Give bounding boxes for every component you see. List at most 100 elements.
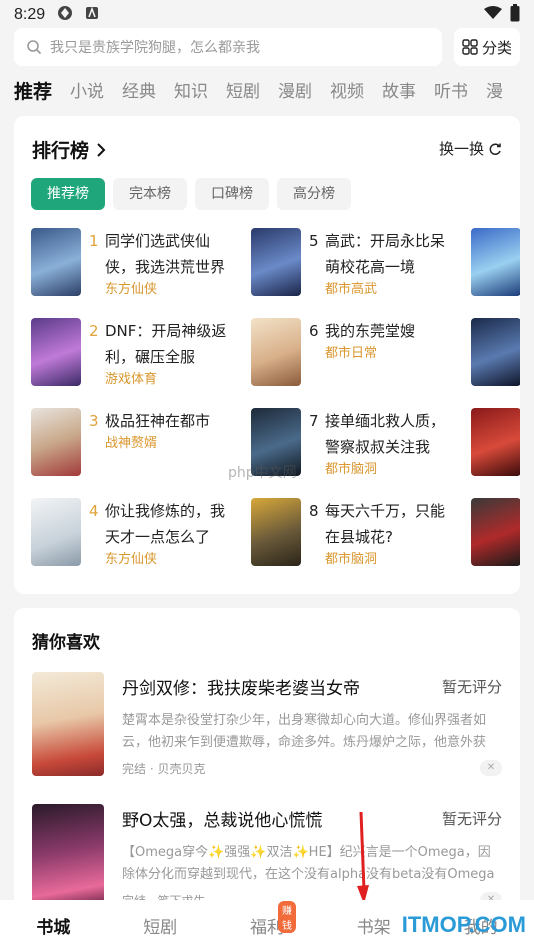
status-time: 8:29 [14,6,46,23]
rank-number: 3 [89,412,99,430]
book-title: 丹剑双修：我扶废柴老婆当女帝 [122,679,360,699]
category-label: 分类 [481,38,512,57]
book-cover[interactable] [471,408,520,476]
tab-story[interactable]: 故事 [382,76,416,108]
rank-tag: 东方仙侠 [105,552,158,567]
rank-number: 8 [309,502,319,520]
rank-tag: 游戏体育 [105,372,158,387]
wifi-icon [484,6,502,24]
book-description: 【Omega穿今✨强强✨双洁✨HE】纪兴言是一个Omega，因除体分化而穿越到现… [122,845,495,882]
nav-short-drama[interactable]: 短剧 [143,913,177,938]
rank-title: 我的东莞堂嫂 [325,322,416,340]
nav-bookstore[interactable]: 书城 [36,913,70,938]
tab-comic[interactable]: 漫 [486,76,503,108]
search-icon [27,40,42,55]
app-notification-icon [85,6,99,24]
book-cover [31,408,81,476]
rank-title: DNF：开局神级返利，碾压全服 [105,322,227,366]
earn-badge: 赚钱 [277,900,296,933]
rank-tag: 都市高武 [325,282,378,297]
grid-icon [462,39,478,55]
close-icon[interactable]: ✕ [480,760,502,776]
rank-title: 极品狂神在都市 [105,412,211,430]
ranking-grid: 1 同学们选武侠仙侠，我选洪荒世界 东方仙侠 2 DNF：开局神级返利，碾压全服 游… [31,228,520,584]
tab-novel[interactable]: 小说 [70,76,104,108]
book-score: 暂无评分 [441,810,502,828]
tab-comic-drama[interactable]: 漫剧 [278,76,312,108]
ranking-chips: 推荐榜 完本榜 口碑榜 高分榜 [31,178,351,210]
rank-tag: 都市脑洞 [325,552,378,567]
book-cover [251,228,301,296]
ranking-title-text: 排行榜 [32,140,90,162]
rank-number: 6 [309,322,319,340]
rank-number: 2 [89,322,99,340]
rank-item[interactable]: 5 高武：开局永比呆萌校花高一境 都市高武 [251,228,461,300]
status-bar: 8:29 [0,0,534,30]
nav-welfare[interactable]: 福利 赚钱 [250,900,296,938]
search-row: 我只是贵族学院狗腿，怎么都亲我 分类 [14,28,520,66]
book-cover [32,672,104,776]
book-cover [251,498,301,566]
book-score: 暂无评分 [441,678,502,696]
rank-number: 4 [89,502,99,520]
guess-card: 猜你喜欢 丹剑双修：我扶废柴老婆当女帝 暂无评分 楚霄本是杂役堂打杂少年，出身寒… [14,608,520,908]
channel-tabs: 推荐 小说 经典 知识 短剧 漫剧 视频 故事 听书 漫 [14,76,534,108]
search-placeholder: 我只是贵族学院狗腿，怎么都亲我 [50,40,260,56]
book-cover[interactable] [471,318,520,386]
battery-icon [510,4,520,26]
book-cover[interactable] [471,228,520,296]
watermark-corner: ITMOP.COM [401,912,526,937]
ranking-card: 排行榜 换一换 推荐榜 完本榜 口碑榜 高分榜 1 同学们选武侠仙侠，我选洪荒世界… [14,116,520,594]
book-description: 楚霄本是杂役堂打杂少年，出身寒微却心向大道。修仙界强者如云，他初来乍到便遭欺辱，… [122,713,487,750]
tab-video[interactable]: 视频 [330,76,364,108]
guess-title: 猜你喜欢 [32,633,100,653]
book-cover [31,498,81,566]
rank-item[interactable]: 8 每天六千万，只能在县城花? 都市脑洞 [251,498,461,570]
book-cover [251,318,301,386]
chip-reputation-rank[interactable]: 口碑榜 [195,178,269,210]
watermark-center: php中文网 [228,465,297,481]
rank-tag: 东方仙侠 [105,282,158,297]
category-button[interactable]: 分类 [454,28,520,66]
chevron-right-icon [97,142,106,157]
rank-item[interactable]: 3 极品狂神在都市 战神赘婿 [31,408,241,476]
tab-short-drama[interactable]: 短剧 [226,76,260,108]
rank-number: 1 [89,232,99,250]
rank-number: 7 [309,412,319,430]
book-title: 野O太强，总裁说他心慌慌 [122,811,323,831]
chip-recommend-rank[interactable]: 推荐榜 [31,178,105,210]
rank-tag: 都市脑洞 [325,462,378,477]
tab-recommend[interactable]: 推荐 [14,76,52,108]
book-cover[interactable] [471,498,520,566]
rank-title: 接单缅北救人质，警察叔叔关注我 [325,412,446,456]
rank-number: 5 [309,232,319,250]
rank-tag: 战神赘婿 [105,436,158,451]
red-arrow-annotation [357,812,369,904]
book-item[interactable]: 丹剑双修：我扶废柴老婆当女帝 暂无评分 楚霄本是杂役堂打杂少年，出身寒微却心向大… [32,672,502,800]
book-meta: 完结 · 贝壳贝克 [122,762,206,776]
switch-button[interactable]: 换一换 [439,138,502,159]
ranking-title[interactable]: 排行榜 [32,136,107,163]
nav-bookshelf[interactable]: 书架 [357,913,391,938]
chip-high-score-rank[interactable]: 高分榜 [277,178,351,210]
rank-title: 你让我修炼的，我天才一点怎么了 [105,502,226,546]
search-input[interactable]: 我只是贵族学院狗腿，怎么都亲我 [14,28,442,66]
rank-title: 每天六千万，只能在县城花? [325,502,446,546]
rank-item[interactable]: 2 DNF：开局神级返利，碾压全服 游戏体育 [31,318,241,390]
rank-tag: 都市日常 [325,346,378,361]
rank-item[interactable]: 6 我的东莞堂嫂 都市日常 [251,318,461,386]
refresh-icon [489,143,501,155]
rank-item[interactable]: 4 你让我修炼的，我天才一点怎么了 东方仙侠 [31,498,241,570]
tab-knowledge[interactable]: 知识 [174,76,208,108]
chip-finished-rank[interactable]: 完本榜 [113,178,187,210]
tab-classic[interactable]: 经典 [122,76,156,108]
book-cover [32,804,104,908]
switch-label: 换一换 [438,140,484,158]
book-cover [31,318,81,386]
vpn-icon [57,5,73,25]
rank-title: 高武：开局永比呆萌校花高一境 [325,232,446,276]
book-cover [31,228,81,296]
tab-audiobook[interactable]: 听书 [434,76,468,108]
rank-title: 同学们选武侠仙侠，我选洪荒世界 [105,232,226,276]
rank-item[interactable]: 1 同学们选武侠仙侠，我选洪荒世界 东方仙侠 [31,228,241,300]
